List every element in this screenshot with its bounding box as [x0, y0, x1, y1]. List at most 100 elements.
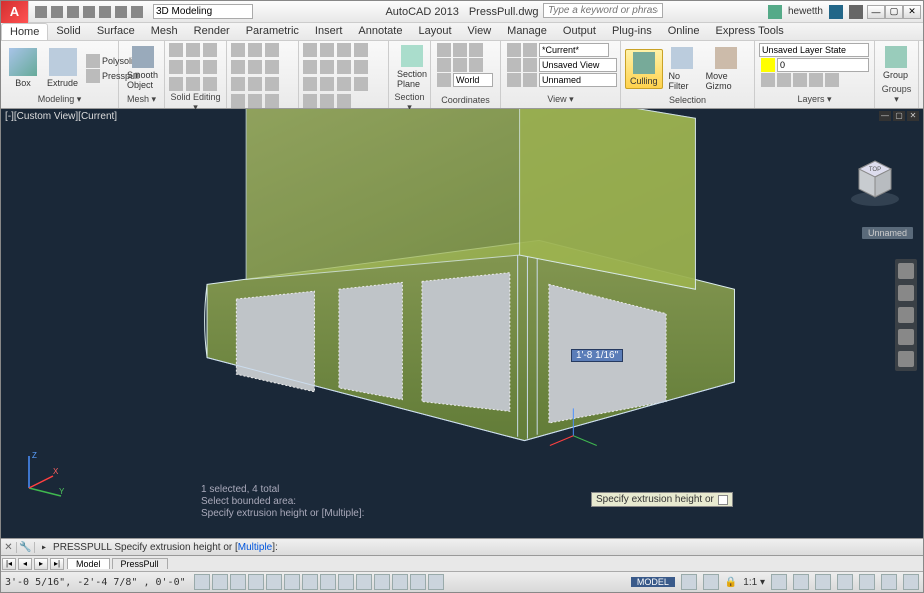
tab-mesh[interactable]: Mesh: [143, 23, 186, 40]
tab-insert[interactable]: Insert: [307, 23, 351, 40]
ucs6-icon[interactable]: [469, 58, 483, 72]
dynamic-input[interactable]: 1'-8 1/16": [571, 349, 623, 362]
line-icon[interactable]: [231, 43, 245, 57]
view-cube[interactable]: TOP: [845, 149, 905, 209]
lwt-icon[interactable]: [356, 574, 372, 590]
new-icon[interactable]: [35, 6, 47, 18]
save-icon[interactable]: [67, 6, 79, 18]
polyline-icon[interactable]: [248, 43, 262, 57]
view5-icon[interactable]: [507, 73, 521, 87]
shell-icon[interactable]: [203, 60, 217, 74]
tab-last[interactable]: ▸|: [50, 558, 64, 570]
ucs2-icon[interactable]: [453, 43, 467, 57]
move-icon[interactable]: [303, 43, 317, 57]
smooth-object-tool[interactable]: Smooth Object: [123, 44, 162, 92]
app-menu-button[interactable]: A: [1, 1, 29, 23]
visual-style-tag[interactable]: Unnamed: [862, 227, 913, 239]
panel-groups[interactable]: Groups ▾: [879, 83, 914, 106]
view3-icon[interactable]: [507, 58, 521, 72]
ucs3-icon[interactable]: [469, 43, 483, 57]
panel-mesh[interactable]: Mesh ▾: [123, 93, 160, 106]
showmotion-icon[interactable]: [898, 351, 914, 367]
annovis-icon[interactable]: [793, 574, 809, 590]
erase-icon[interactable]: [337, 77, 351, 91]
no-filter-tool[interactable]: No Filter: [665, 45, 700, 93]
ellipse-icon[interactable]: [248, 77, 262, 91]
fillet-icon[interactable]: [354, 60, 368, 74]
search-input[interactable]: [543, 3, 663, 18]
tab-home[interactable]: Home: [1, 23, 48, 40]
arc-icon[interactable]: [231, 60, 245, 74]
open-icon[interactable]: [51, 6, 63, 18]
saveas-icon[interactable]: [83, 6, 95, 18]
model-space-button[interactable]: MODEL: [631, 577, 675, 587]
union-icon[interactable]: [169, 43, 183, 57]
otrack-icon[interactable]: [302, 574, 318, 590]
workspace-icon[interactable]: [815, 574, 831, 590]
ucs4-icon[interactable]: [437, 58, 451, 72]
signin-icon[interactable]: [768, 5, 782, 19]
point-icon[interactable]: [265, 77, 279, 91]
unsaved-combo[interactable]: [539, 58, 617, 72]
view2-icon[interactable]: [523, 43, 537, 57]
donut-icon[interactable]: [265, 94, 279, 108]
tab-parametric[interactable]: Parametric: [238, 23, 307, 40]
break-icon[interactable]: [337, 94, 351, 108]
sc-icon[interactable]: [410, 574, 426, 590]
panel-layers[interactable]: Layers ▾: [759, 93, 870, 106]
ortho-icon[interactable]: [230, 574, 246, 590]
am-icon[interactable]: [428, 574, 444, 590]
plot-icon[interactable]: [99, 6, 111, 18]
hardware-accel-icon[interactable]: [859, 574, 875, 590]
user-name[interactable]: hewetth: [788, 6, 823, 17]
box-tool[interactable]: Box: [5, 46, 41, 90]
steering-wheel-icon[interactable]: [898, 263, 914, 279]
viewport[interactable]: [-][Custom View][Current] — ▢ ✕: [1, 109, 923, 538]
vp-minimize[interactable]: —: [879, 111, 891, 121]
tab-first[interactable]: |◂: [2, 558, 16, 570]
pan-icon[interactable]: [898, 285, 914, 301]
vp-close[interactable]: ✕: [907, 111, 919, 121]
ucs-icon[interactable]: [437, 43, 451, 57]
layeriso-icon[interactable]: [777, 73, 791, 87]
layer-state-combo[interactable]: [759, 43, 869, 57]
chamfer-icon[interactable]: [303, 94, 317, 108]
osnap-icon[interactable]: [266, 574, 282, 590]
tab-online[interactable]: Online: [660, 23, 708, 40]
explode-icon[interactable]: [354, 77, 368, 91]
scale-icon[interactable]: [337, 60, 351, 74]
orbit-icon[interactable]: [898, 329, 914, 345]
viewport-label[interactable]: [-][Custom View][Current]: [5, 111, 117, 122]
rotate-icon[interactable]: [337, 43, 351, 57]
spline-icon[interactable]: [231, 77, 245, 91]
tab-annotate[interactable]: Annotate: [350, 23, 410, 40]
slice-icon[interactable]: [169, 77, 183, 91]
unnamed-combo[interactable]: [539, 73, 617, 87]
tab-prev[interactable]: ◂: [18, 558, 32, 570]
workspace-selector[interactable]: [153, 4, 253, 19]
tpy-icon[interactable]: [374, 574, 390, 590]
view4-icon[interactable]: [523, 58, 537, 72]
quickview-layouts-icon[interactable]: [681, 574, 697, 590]
quickview-drawings-icon[interactable]: [703, 574, 719, 590]
toolbar-lock-icon[interactable]: [837, 574, 853, 590]
tab-next[interactable]: ▸: [34, 558, 48, 570]
options-icon[interactable]: [718, 495, 728, 505]
coordinates-readout[interactable]: 3'-0 5/16", -2'-4 7/8" , 0'-0": [5, 577, 186, 588]
polar-icon[interactable]: [248, 574, 264, 590]
panel-view[interactable]: View ▾: [505, 93, 616, 106]
panel-selection[interactable]: Selection: [625, 94, 750, 106]
view6-icon[interactable]: [523, 73, 537, 87]
tab-solid[interactable]: Solid: [48, 23, 88, 40]
current-combo[interactable]: [539, 43, 609, 57]
stretch-icon[interactable]: [320, 60, 334, 74]
world-combo[interactable]: [453, 73, 493, 87]
section-plane-tool[interactable]: Section Plane: [393, 43, 431, 91]
cmdline-close-icon[interactable]: ✕: [1, 542, 17, 553]
minimize-button[interactable]: —: [867, 5, 885, 19]
imprint-icon[interactable]: [203, 77, 217, 91]
culling-tool[interactable]: Culling: [625, 49, 663, 89]
circle-icon[interactable]: [265, 43, 279, 57]
isolate-icon[interactable]: [881, 574, 897, 590]
cmdline-wrench-icon[interactable]: 🔧: [17, 542, 35, 553]
